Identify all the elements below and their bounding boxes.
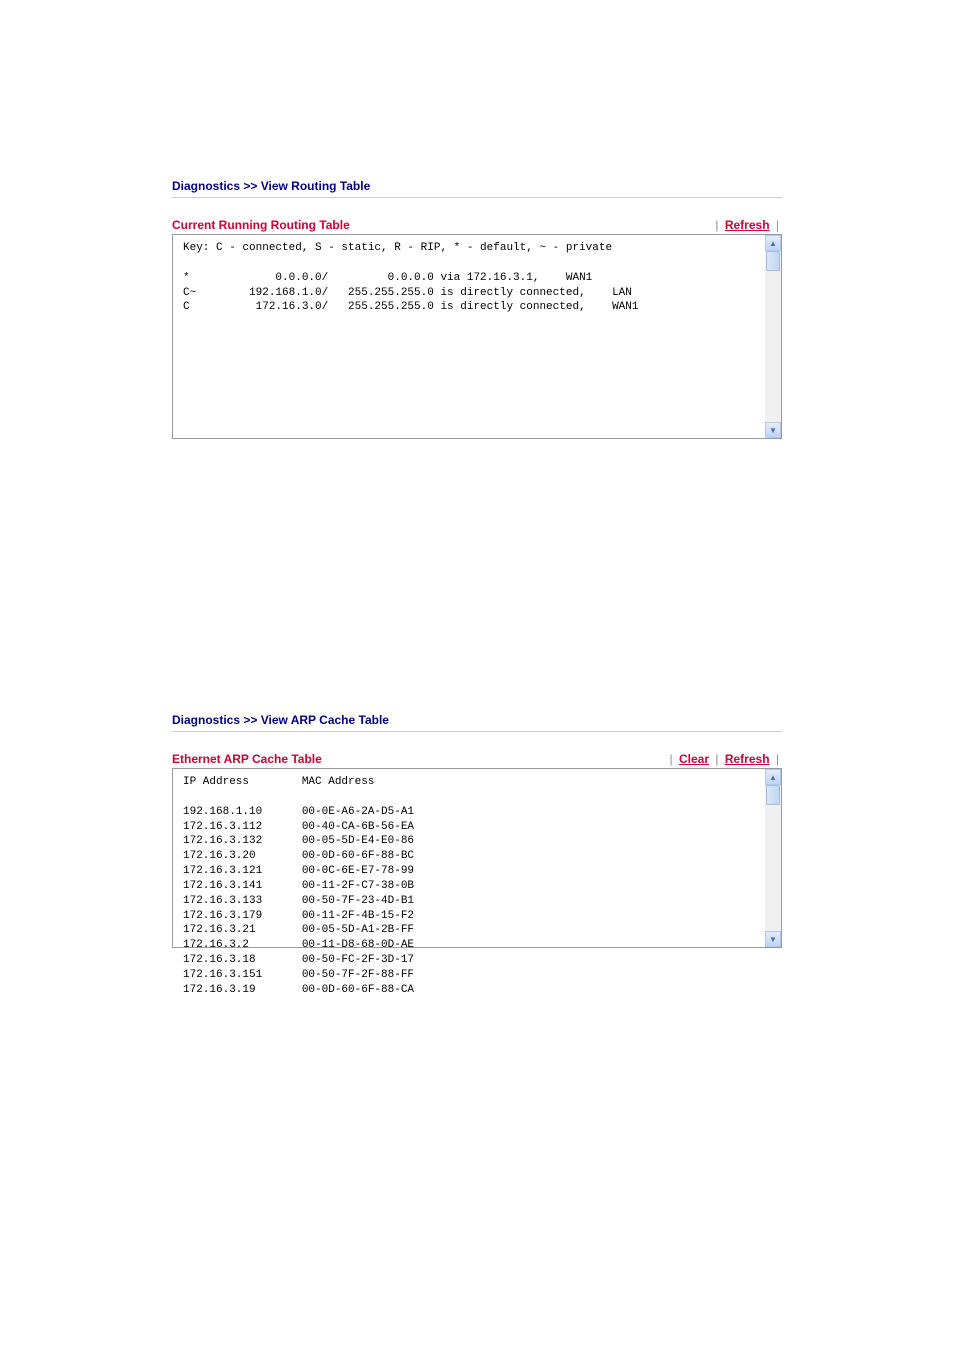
routing-actions: | Refresh | [712,218,782,232]
scroll-down-icon[interactable]: ▼ [765,422,781,438]
scroll-up-icon[interactable]: ▲ [765,769,781,785]
scrollbar[interactable]: ▲ ▼ [765,769,781,947]
separator: | [776,752,779,766]
separator: | [670,752,673,766]
arp-actions: | Clear | Refresh | [667,752,782,766]
scrollbar[interactable]: ▲ ▼ [765,235,781,438]
separator: | [776,218,779,232]
separator: | [715,218,718,232]
scroll-thumb[interactable] [766,251,780,271]
routing-table-title: Current Running Routing Table [172,218,350,232]
clear-link[interactable]: Clear [679,752,709,766]
separator: | [715,752,718,766]
scroll-down-icon[interactable]: ▼ [765,931,781,947]
scroll-up-icon[interactable]: ▲ [765,235,781,251]
arp-table-title: Ethernet ARP Cache Table [172,752,322,766]
routing-breadcrumb: Diagnostics >> View Routing Table [172,175,782,198]
routing-table-content: Key: C - connected, S - static, R - RIP,… [173,235,781,321]
arp-table-content: IP Address MAC Address 192.168.1.10 00-0… [173,769,781,1004]
refresh-link[interactable]: Refresh [725,218,770,232]
routing-content-box: Key: C - connected, S - static, R - RIP,… [172,234,782,439]
scroll-thumb[interactable] [766,785,780,805]
routing-table-header: Current Running Routing Table | Refresh … [172,218,782,232]
refresh-link[interactable]: Refresh [725,752,770,766]
arp-content-box: IP Address MAC Address 192.168.1.10 00-0… [172,768,782,948]
arp-table-header: Ethernet ARP Cache Table | Clear | Refre… [172,752,782,766]
arp-breadcrumb: Diagnostics >> View ARP Cache Table [172,709,782,732]
routing-section: Diagnostics >> View Routing Table Curren… [172,175,782,439]
arp-section: Diagnostics >> View ARP Cache Table Ethe… [172,709,782,948]
